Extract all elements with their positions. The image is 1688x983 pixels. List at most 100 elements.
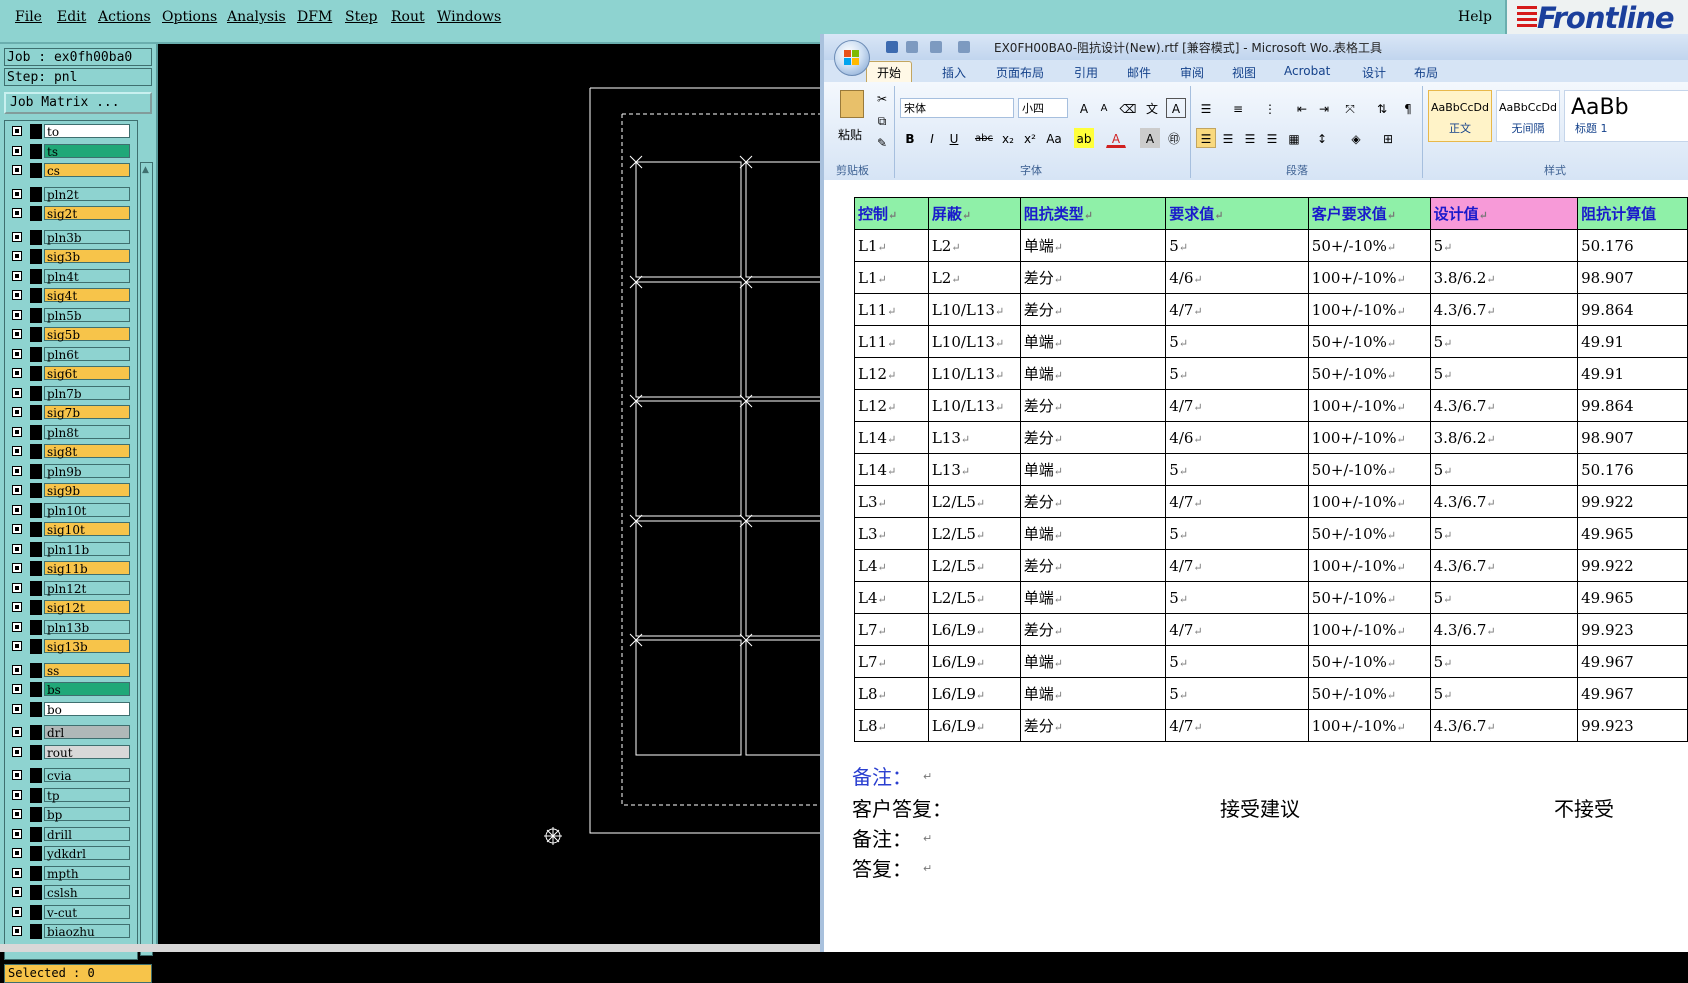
table-cell[interactable]: 差分↵ [1019,613,1167,646]
table-cell[interactable]: 49.967 [1577,645,1688,678]
table-cell[interactable]: 4/7↵ [1165,613,1309,646]
table-cell[interactable]: 5↵ [1429,645,1579,678]
style-heading-1[interactable]: AaBb 标题 1 [1564,90,1688,142]
char-shading-icon[interactable]: A [1140,128,1160,148]
layer-checkbox[interactable] [12,348,22,359]
table-cell[interactable]: L13↵ [927,421,1021,454]
layer-row-pln10t[interactable]: pln10t [8,502,130,518]
layer-name[interactable]: pln9b [44,463,130,479]
menu-actions[interactable]: Actions [98,9,151,25]
layer-checkbox[interactable] [12,231,22,242]
layer-row-bs[interactable]: bs [8,682,130,697]
layer-checkbox[interactable] [12,848,22,858]
table-cell[interactable]: 99.922 [1577,485,1688,518]
layer-row-biaozhu[interactable]: biaozhu [8,924,130,939]
layer-checkbox[interactable] [12,703,22,714]
table-cell[interactable]: 4.3/6.7↵ [1429,549,1579,582]
layer-name[interactable]: pln13b [44,619,130,635]
table-cell[interactable]: L12↵ [854,357,929,390]
table-cell[interactable]: 单端↵ [1019,325,1167,358]
table-cell[interactable]: 49.91 [1577,357,1688,390]
table-cell[interactable]: L3↵ [854,517,929,550]
menu-file[interactable]: File [15,9,42,25]
table-cell[interactable]: 99.923 [1577,709,1688,742]
table-cell[interactable]: 5↵ [1165,453,1309,486]
layer-checkbox[interactable] [12,602,22,612]
layer-row-sig3b[interactable]: sig3b [8,249,130,264]
tab-home[interactable]: 开始 [866,61,913,84]
table-cell[interactable]: 5↵ [1429,229,1579,262]
layer-row-sig4t[interactable]: sig4t [8,288,130,303]
layer-row-pln4t[interactable]: pln4t [8,268,130,284]
table-cell[interactable]: 差分↵ [1019,709,1167,742]
layer-checkbox[interactable] [12,926,22,936]
table-cell[interactable]: L4↵ [854,581,929,614]
layer-name[interactable]: cvia [44,768,130,783]
header-impedance-type[interactable]: 阻抗类型↵ [1019,197,1167,230]
table-cell[interactable]: L8↵ [854,709,929,742]
layer-checkbox[interactable] [12,270,22,281]
table-cell[interactable]: L2/L5↵ [927,517,1021,550]
layer-row-pln13b[interactable]: pln13b [8,619,130,635]
table-cell[interactable]: 4/7↵ [1165,709,1309,742]
tab-review[interactable]: 审阅 [1180,64,1204,81]
table-cell[interactable]: 5↵ [1429,357,1579,390]
bold-button[interactable]: B [900,128,920,148]
table-cell[interactable]: 4.3/6.7↵ [1429,293,1579,326]
table-cell[interactable]: L6/L9↵ [927,677,1021,710]
layer-checkbox[interactable] [12,126,22,136]
clear-format-icon[interactable]: ⌫ [1118,98,1138,118]
layer-name[interactable]: mpth [44,865,130,881]
table-cell[interactable]: L10/L13↵ [927,293,1021,326]
layer-name[interactable]: sig7b [44,405,130,420]
layer-row-sig12t[interactable]: sig12t [8,600,130,615]
table-cell[interactable]: L1↵ [854,261,929,294]
table-cell[interactable]: 99.864 [1577,389,1688,422]
table-cell[interactable]: L12↵ [854,389,929,422]
table-cell[interactable]: 4.3/6.7↵ [1429,709,1579,742]
line-spacing-icon[interactable]: ↕ [1312,128,1332,148]
layer-name[interactable]: sig5b [44,327,130,342]
layer-checkbox[interactable] [12,684,22,694]
layer-row-v-cut[interactable]: v-cut [8,904,130,920]
layer-name[interactable]: sig6t [44,366,130,381]
layer-name[interactable]: pln4t [44,268,130,284]
align-center-button[interactable]: ☰ [1218,128,1238,148]
layer-name[interactable]: pln10t [44,502,130,518]
subscript-button[interactable]: x₂ [998,128,1018,148]
italic-button[interactable]: I [922,128,942,148]
layer-row-ss[interactable]: ss [8,662,130,678]
font-name-select[interactable]: 宋体 [900,98,1014,118]
table-cell[interactable]: L2/L5↵ [927,581,1021,614]
format-painter-icon[interactable]: ✎ [872,132,892,152]
tab-layout[interactable]: 布局 [1414,64,1438,81]
layer-row-pln6t[interactable]: pln6t [8,346,130,362]
layer-name[interactable]: pln8t [44,424,130,440]
layer-checkbox[interactable] [12,563,22,573]
bullets-icon[interactable]: ☰ [1196,98,1216,118]
table-cell[interactable]: 99.923 [1577,613,1688,646]
tab-references[interactable]: 引用 [1074,64,1098,81]
table-cell[interactable]: 5↵ [1165,645,1309,678]
table-cell[interactable]: 50+/-10%↵ [1307,645,1431,678]
layer-name[interactable]: biaozhu [44,924,130,939]
layer-checkbox[interactable] [12,906,22,917]
layer-name[interactable]: drill [44,826,130,842]
layer-name[interactable]: to [44,124,130,139]
table-cell[interactable]: 差分↵ [1019,261,1167,294]
table-cell[interactable]: 50+/-10%↵ [1307,581,1431,614]
table-cell[interactable]: 5↵ [1165,357,1309,390]
phonetic-icon[interactable]: 文 [1142,98,1162,118]
table-cell[interactable]: L2↵ [927,261,1021,294]
layer-checkbox[interactable] [12,368,22,378]
layer-checkbox[interactable] [12,770,22,780]
table-cell[interactable]: L11↵ [854,293,929,326]
layer-checkbox[interactable] [12,582,22,593]
table-cell[interactable]: 5↵ [1429,453,1579,486]
table-cell[interactable]: 49.91 [1577,325,1688,358]
layer-name[interactable]: cslsh [44,885,130,900]
table-cell[interactable]: 98.907 [1577,421,1688,454]
layer-row-bp[interactable]: bp [8,807,130,822]
layer-row-pln8t[interactable]: pln8t [8,424,130,440]
layer-row-pln3b[interactable]: pln3b [8,229,130,245]
